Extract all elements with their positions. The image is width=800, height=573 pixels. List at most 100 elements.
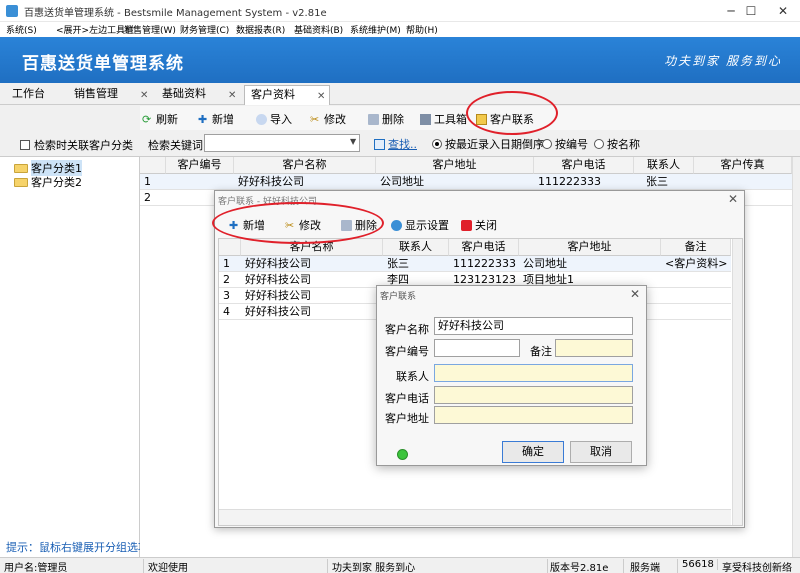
contact-label: 联系人: [396, 370, 429, 383]
contact-customer-name: 好好科技公司: [245, 257, 311, 270]
status-slogan: 功夫到家 服务到心: [332, 559, 548, 573]
close-window-button[interactable]: ✕: [760, 0, 800, 22]
contact-person-field[interactable]: [434, 364, 633, 382]
grid-header-address[interactable]: 客户地址: [519, 239, 661, 256]
window-title: 百惠送货单管理系统 - Bestsmile Management System …: [24, 8, 327, 19]
find-button[interactable]: 查找..: [374, 136, 417, 152]
customer-contact: 张三: [646, 175, 668, 188]
tab-bar: 工作台 销售管理 ✕ 基础资料 ✕ 客户资料 ✕: [0, 83, 800, 105]
close-icon[interactable]: ✕: [228, 87, 236, 105]
radio-icon[interactable]: [432, 139, 442, 149]
contact-add-button[interactable]: ✚ 新增: [229, 217, 265, 233]
address-label: 客户地址: [385, 412, 429, 425]
toolbox-button[interactable]: 工具箱: [420, 111, 467, 127]
grid-header-address[interactable]: 客户地址: [376, 157, 534, 174]
import-icon: [256, 113, 267, 125]
ok-button[interactable]: 确定: [502, 441, 564, 463]
import-label: 导入: [270, 113, 292, 126]
sort-by-name-radio[interactable]: 按名称: [594, 136, 640, 152]
grid-header-contact[interactable]: 联系人: [383, 239, 449, 256]
menu-finance[interactable]: 财务管理(C): [180, 23, 229, 36]
radio-icon[interactable]: [594, 139, 604, 149]
import-button[interactable]: 导入: [256, 111, 292, 127]
radio-label: 按名称: [607, 138, 640, 151]
note-label: 备注: [530, 345, 552, 358]
menu-sales[interactable]: 销售管理(W): [124, 23, 176, 36]
tab-sales[interactable]: 销售管理 ✕: [68, 85, 152, 105]
table-row[interactable]: 1 好好科技公司 张三 111222333 公司地址 <客户资料>: [219, 256, 731, 272]
close-icon[interactable]: ✕: [140, 87, 148, 105]
tree-item-category-2[interactable]: 客户分类2: [14, 174, 82, 190]
contact-edit-button[interactable]: ✂ 修改: [285, 217, 321, 233]
customer-code-field[interactable]: [434, 339, 520, 357]
contact-customer-name: 好好科技公司: [245, 305, 311, 318]
menu-expand-toolbar[interactable]: <展开>左边工具栏: [56, 23, 134, 36]
sort-by-date-radio[interactable]: 按最近录入日期倒序: [432, 136, 544, 152]
customer-name-field[interactable]: 好好科技公司: [434, 317, 633, 335]
close-icon[interactable]: ✕: [728, 192, 738, 206]
chevron-down-icon[interactable]: ▼: [350, 137, 356, 146]
grid-header-fax[interactable]: 客户传真: [694, 157, 792, 174]
grid-header-code[interactable]: 客户编号: [166, 157, 234, 174]
address-field[interactable]: [434, 406, 633, 424]
status-server: 服务端: [630, 559, 678, 573]
grid-scrollbar[interactable]: [732, 239, 742, 525]
contact-close-button[interactable]: 关闭: [461, 217, 497, 233]
tab-base-data[interactable]: 基础资料 ✕: [156, 85, 240, 105]
tab-customer-data[interactable]: 客户资料 ✕: [244, 85, 330, 105]
delete-button[interactable]: 删除: [368, 111, 404, 127]
contact-delete-button[interactable]: 删除: [341, 217, 377, 233]
display-settings-button[interactable]: 显示设置: [391, 217, 449, 233]
grid-header-phone[interactable]: 客户电话: [534, 157, 634, 174]
search-row: 检索关键词 ▼ 查找.. 按最近录入日期倒序 按编号 按名称: [140, 130, 800, 157]
customer-address: 公司地址: [380, 175, 424, 188]
note-field[interactable]: [555, 339, 633, 357]
status-port: 56618: [682, 559, 718, 570]
menu-reports[interactable]: 数据报表(R): [236, 23, 285, 36]
phone-field[interactable]: [434, 386, 633, 404]
grid-header-contact[interactable]: 联系人: [634, 157, 694, 174]
radio-icon[interactable]: [542, 139, 552, 149]
grid-header-name[interactable]: 客户名称: [241, 239, 383, 256]
cancel-button[interactable]: 取消: [570, 441, 632, 463]
tree-label: 客户分类2: [31, 176, 82, 189]
status-version: 版本号2.81e: [550, 559, 624, 573]
search-input[interactable]: [204, 134, 360, 152]
tab-workbench[interactable]: 工作台: [6, 85, 62, 105]
menu-maintenance[interactable]: 系统维护(M): [350, 23, 401, 36]
status-bar: 用户名:管理员 欢迎使用 功夫到家 服务到心 版本号2.81e 服务端 5661…: [0, 557, 800, 573]
close-icon: [461, 219, 472, 231]
grid-header-note[interactable]: 备注: [661, 239, 731, 256]
category-filter-checkbox[interactable]: 检索时关联客户分类: [20, 137, 133, 153]
plus-icon: ✚: [198, 112, 208, 126]
status-company: 享受科技创新络: [722, 563, 792, 573]
refresh-button[interactable]: ⟳ 刷新: [142, 111, 178, 127]
row-index: 4: [223, 305, 230, 318]
contacts-button[interactable]: 客户联系: [476, 111, 534, 127]
add-button[interactable]: ✚ 新增: [198, 111, 234, 127]
banner-title: 百惠送货单管理系统: [22, 54, 184, 74]
grid-header-index: [140, 157, 166, 174]
contact-add-label: 新增: [243, 219, 265, 232]
grid-header-name[interactable]: 客户名称: [234, 157, 376, 174]
contact-note: <客户资料>: [665, 257, 728, 270]
category-filter-row: 检索时关联客户分类: [0, 130, 140, 157]
customer-name: 好好科技公司: [238, 175, 304, 188]
contacts-icon: [476, 113, 487, 125]
checkbox-box[interactable]: [20, 140, 30, 150]
name-label: 客户名称: [385, 323, 429, 336]
close-icon[interactable]: ✕: [317, 88, 325, 106]
settings-icon: [391, 219, 402, 231]
menu-system[interactable]: 系统(S): [6, 23, 37, 36]
menu-base-data[interactable]: 基础资料(B): [294, 23, 343, 36]
table-row[interactable]: 1 好好科技公司 公司地址 111222333 张三: [140, 174, 792, 190]
grid-header-phone[interactable]: 客户电话: [449, 239, 519, 256]
grid-scrollbar[interactable]: [792, 157, 800, 557]
tab-label: 销售管理: [74, 87, 118, 100]
form-title: 客户联系: [380, 292, 417, 302]
row-index: 2: [223, 273, 230, 286]
edit-button[interactable]: ✂ 修改: [310, 111, 346, 127]
close-icon[interactable]: ✕: [630, 287, 640, 301]
menu-help[interactable]: 帮助(H): [406, 23, 438, 36]
sort-by-code-radio[interactable]: 按编号: [542, 136, 588, 152]
